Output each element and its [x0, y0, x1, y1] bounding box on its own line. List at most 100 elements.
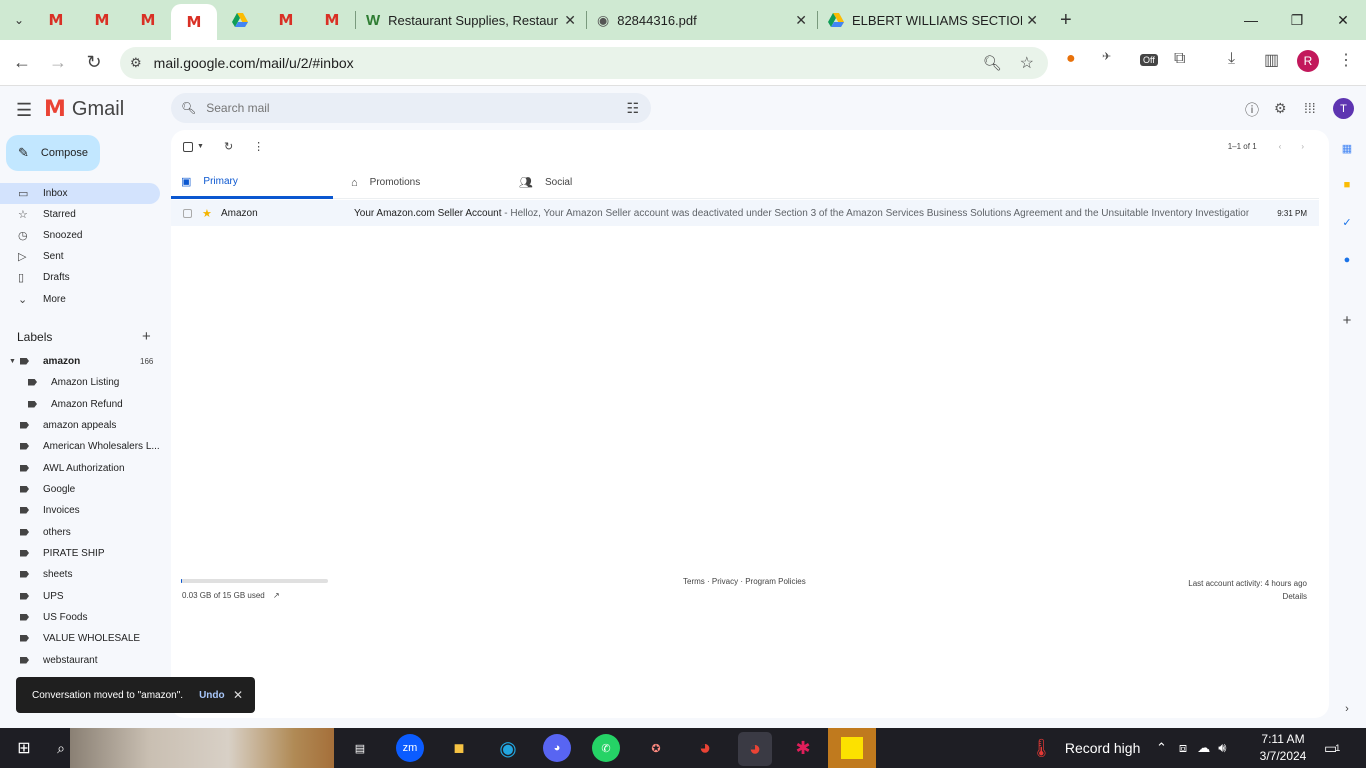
tab-elbert-williams[interactable]: ELBERT WILLIAMS SECTION3 - ✕	[818, 0, 1048, 40]
puzzle-icon[interactable]: ⧉	[1174, 50, 1185, 68]
browser-profile-avatar[interactable]: R	[1297, 50, 1319, 72]
minimize-icon[interactable]: —	[1228, 12, 1274, 29]
search-options-icon[interactable]: ☷	[626, 100, 639, 117]
more-options-icon[interactable]: ⋮	[253, 140, 264, 153]
add-label-icon[interactable]: +	[142, 328, 151, 345]
tab-close-icon[interactable]: ✕	[1026, 12, 1038, 29]
help-icon[interactable]: ⓘ	[1245, 100, 1259, 120]
row-checkbox[interactable]	[183, 208, 192, 218]
tab-restaurant-supplies[interactable]: W Restaurant Supplies, Restaurant ✕	[356, 0, 586, 40]
reload-icon[interactable]: ↻	[76, 52, 112, 73]
extension-icon[interactable]: ✈	[1102, 50, 1111, 63]
whatsapp-icon[interactable]: ✆	[592, 734, 620, 762]
label-awl-authorization[interactable]: AWL Authorization	[0, 458, 160, 478]
label-pirate-ship[interactable]: PIRATE SHIP	[0, 543, 160, 563]
slack-icon[interactable]: ✱	[789, 734, 817, 762]
details-link[interactable]: Details	[1188, 590, 1307, 603]
tab-social[interactable]: 👥︎ Social	[509, 166, 671, 199]
chrome-icon[interactable]: ◕	[691, 734, 719, 762]
label-amazon-listing[interactable]: Amazon Listing	[0, 372, 160, 392]
address-bar[interactable]: ⚙ mail.google.com/mail/u/2/#inbox 🔍︎ ☆	[120, 47, 1048, 79]
extension-off-badge[interactable]: Off	[1140, 54, 1158, 66]
side-panel-icon[interactable]: ▥	[1264, 50, 1279, 70]
pinned-tab-gmail-5[interactable]: M	[309, 0, 355, 40]
calendar-icon[interactable]: ▦	[1341, 142, 1353, 155]
settings-gear-icon[interactable]: ⚙	[1274, 100, 1287, 117]
download-icon[interactable]: ⤓	[1228, 50, 1235, 68]
label-sheets[interactable]: sheets	[0, 564, 160, 584]
weather-widget[interactable]: 🌡︎ Record high	[1030, 728, 1140, 768]
label-others[interactable]: others	[0, 522, 160, 542]
pinned-tab-drive[interactable]	[217, 0, 263, 40]
sidebar-item-drafts[interactable]: ▯ Drafts	[0, 267, 160, 288]
label-webstaurant[interactable]: webstaurant	[0, 650, 160, 670]
label-amazon-appeals[interactable]: amazon appeals	[0, 415, 160, 435]
search-icon[interactable]: 🔍︎	[181, 101, 196, 115]
search-bar[interactable]: 🔍︎ ☷	[171, 93, 651, 123]
tab-close-icon[interactable]: ✕	[564, 12, 576, 29]
undo-button[interactable]: Undo	[199, 690, 225, 701]
apps-grid-icon[interactable]: ⁞⁞⁞	[1304, 100, 1316, 116]
tab-pdf[interactable]: ◉ 82844316.pdf ✕	[587, 0, 817, 40]
contacts-icon[interactable]: ●	[1341, 254, 1353, 266]
tab-primary[interactable]: ▣ Primary	[171, 166, 333, 199]
pinned-tab-gmail-4[interactable]: M	[263, 0, 309, 40]
task-view-icon[interactable]: ▤	[346, 734, 374, 762]
pinned-tab-gmail-3[interactable]: M	[125, 0, 171, 40]
restore-icon[interactable]: ❐	[1274, 12, 1320, 29]
label-us-foods[interactable]: US Foods	[0, 607, 160, 627]
open-external-icon[interactable]: ↗	[273, 591, 280, 600]
label-invoices[interactable]: Invoices	[0, 500, 160, 520]
star-icon[interactable]: ★	[202, 207, 212, 220]
tab-search-icon[interactable]: ⌄	[5, 6, 33, 34]
taskbar-clock[interactable]: 7:11 AM 3/7/2024	[1258, 731, 1308, 765]
forward-icon[interactable]: →	[40, 52, 76, 73]
account-avatar[interactable]: T	[1333, 98, 1354, 119]
bookmark-star-icon[interactable]: ☆	[1020, 53, 1034, 73]
table-row[interactable]: ★ Amazon Your Amazon.com Seller Account …	[171, 200, 1319, 226]
browser-menu-icon[interactable]: ⋮	[1338, 50, 1354, 70]
sidebar-item-starred[interactable]: ☆ Starred	[0, 204, 160, 225]
tasks-icon[interactable]: ✓	[1341, 216, 1353, 229]
next-page-icon[interactable]: ›	[1301, 142, 1304, 151]
close-window-icon[interactable]: ✕	[1320, 12, 1366, 29]
keep-icon[interactable]: ■	[1341, 179, 1353, 191]
volume-icon[interactable]: 🔊︎	[1218, 740, 1226, 756]
refresh-icon[interactable]: ↻	[224, 140, 233, 153]
label-value-wholesale[interactable]: VALUE WHOLESALE	[0, 628, 160, 648]
label-amazon-refund[interactable]: Amazon Refund	[0, 394, 160, 414]
select-all-checkbox[interactable]	[183, 141, 193, 152]
zoom-app-icon[interactable]: zm	[396, 734, 424, 762]
sidebar-item-snoozed[interactable]: ◷ Snoozed	[0, 225, 160, 246]
discord-icon[interactable]: ◕	[543, 734, 571, 762]
sticky-notes-icon[interactable]	[828, 728, 876, 768]
label-google[interactable]: Google	[0, 479, 160, 499]
cloud-off-icon[interactable]: ☁	[1197, 740, 1210, 756]
gmail-logo[interactable]: M Gmail	[44, 97, 124, 122]
app-icon[interactable]: ✪	[642, 734, 670, 762]
compose-button[interactable]: ✎ Compose	[6, 135, 100, 171]
previous-page-icon[interactable]: ‹	[1279, 142, 1282, 151]
label-american-wholesalers[interactable]: American Wholesalers L...	[0, 436, 160, 456]
show-hidden-icons-icon[interactable]: ⌃	[1156, 740, 1167, 756]
add-addon-icon[interactable]: +	[1341, 312, 1353, 329]
edge-icon[interactable]: ◉	[494, 734, 522, 762]
sidebar-item-inbox[interactable]: ▭ Inbox	[0, 183, 160, 204]
new-tab-icon[interactable]: +	[1060, 9, 1072, 32]
footer-links[interactable]: Terms · Privacy · Program Policies	[683, 577, 806, 586]
sidebar-item-sent[interactable]: ▷ Sent	[0, 246, 160, 267]
expand-arrow-icon[interactable]: ▼	[9, 358, 16, 365]
file-explorer-icon[interactable]: ■	[445, 734, 473, 762]
label-ups[interactable]: UPS	[0, 586, 160, 606]
chrome-active-icon[interactable]: ◕	[738, 732, 772, 766]
tab-promotions[interactable]: ⌂ Promotions	[341, 166, 503, 199]
notification-center[interactable]: ▭ 1	[1324, 728, 1340, 768]
main-menu-icon[interactable]: ☰	[16, 100, 32, 121]
extension-icon[interactable]: ●	[1066, 50, 1076, 68]
windows-start-icon[interactable]: ⊞	[0, 738, 48, 758]
search-input[interactable]	[206, 101, 607, 115]
select-dropdown-icon[interactable]: ▼	[197, 143, 204, 150]
sidebar-item-more[interactable]: ⌄ More	[0, 289, 160, 310]
tab-close-icon[interactable]: ✕	[795, 12, 807, 29]
zoom-icon[interactable]: 🔍︎	[983, 54, 1002, 72]
